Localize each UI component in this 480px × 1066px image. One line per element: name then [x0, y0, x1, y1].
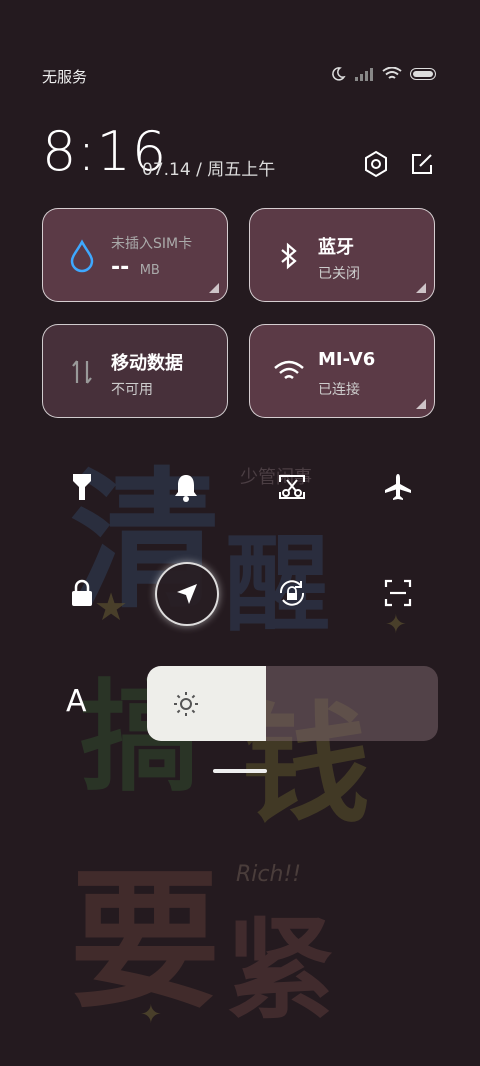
tile-corner — [416, 399, 426, 409]
scan-icon — [384, 579, 412, 607]
moon-icon — [332, 67, 346, 81]
bluetooth-tile[interactable]: 蓝牙 已关闭 — [249, 208, 435, 302]
bluetooth-icon — [281, 242, 297, 270]
scan-toggle[interactable] — [372, 567, 424, 619]
usage-unit: MB — [139, 263, 160, 278]
edit-icon[interactable] — [408, 150, 436, 178]
location-icon — [177, 584, 197, 604]
brightness-slider[interactable] — [147, 666, 438, 741]
screenshot-icon — [279, 475, 305, 499]
bell-icon — [175, 475, 197, 502]
flashlight-toggle[interactable] — [56, 461, 108, 513]
usage-value: -- — [111, 255, 130, 280]
settings-icon[interactable] — [362, 150, 390, 178]
signal-icon — [355, 68, 373, 81]
data-usage-value: -- MB — [111, 255, 160, 280]
wifi-tile[interactable]: MI-V6 已连接 — [249, 324, 435, 418]
tile-corner — [416, 283, 426, 293]
screenshot-toggle[interactable] — [266, 461, 318, 513]
lock-icon — [72, 579, 92, 606]
bluetooth-status: 已关闭 — [318, 266, 360, 282]
wallpaper-char: 紧 — [225, 906, 335, 1034]
location-toggle[interactable] — [155, 562, 219, 626]
auto-brightness-button[interactable]: A — [66, 684, 87, 719]
wallpaper-signature: Rich!! — [236, 862, 302, 887]
wifi-icon — [382, 67, 402, 79]
brightness-fill — [147, 666, 267, 741]
rotate-lock-icon — [279, 580, 305, 606]
airplane-icon — [385, 474, 411, 500]
wifi-title: MI-V6 — [318, 349, 376, 370]
date: 07.14 / 周五上午 — [142, 160, 276, 180]
wifi-status: 已连接 — [318, 382, 360, 398]
water-drop-icon — [70, 239, 94, 273]
system-icons — [330, 66, 436, 82]
tile-corner — [209, 283, 219, 293]
lock-toggle[interactable] — [56, 567, 108, 619]
silent-toggle[interactable] — [160, 461, 212, 513]
airplane-toggle[interactable] — [372, 461, 424, 513]
drag-handle[interactable] — [213, 769, 267, 773]
sim-status: 未插入SIM卡 — [111, 236, 193, 252]
mobile-data-title: 移动数据 — [111, 353, 183, 374]
carrier-label: 无服务 — [42, 68, 88, 86]
data-usage-tile[interactable]: 未插入SIM卡 -- MB — [42, 208, 228, 302]
mobile-data-tile[interactable]: 移动数据 不可用 — [42, 324, 228, 418]
mobile-data-status: 不可用 — [111, 382, 153, 398]
mobile-data-icon — [72, 360, 92, 384]
rotate-lock-toggle[interactable] — [266, 567, 318, 619]
wifi-icon — [274, 360, 304, 379]
battery-icon — [410, 68, 436, 80]
sun-icon — [174, 692, 198, 716]
bluetooth-title: 蓝牙 — [318, 237, 354, 258]
flashlight-icon — [73, 474, 91, 500]
star-decoration: ✦ — [140, 1000, 162, 1030]
